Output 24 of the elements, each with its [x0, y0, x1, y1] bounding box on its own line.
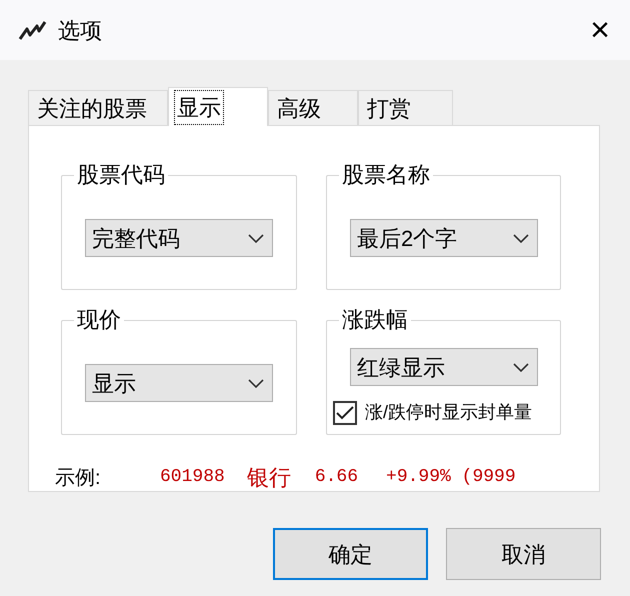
chevron-down-icon [513, 234, 529, 242]
example-label: 示例: [55, 466, 102, 490]
tab[interactable]: 高级 [268, 90, 358, 125]
dropdown[interactable]: 完整代码 [85, 219, 273, 257]
checkbox-label: 涨/跌停时显示封单量 [365, 401, 532, 424]
chart-line-icon [18, 19, 48, 41]
checkbox[interactable] [333, 400, 357, 424]
dialog-button[interactable]: 取消 [446, 528, 601, 580]
dropdown[interactable]: 最后2个字 [350, 219, 538, 257]
dropdown[interactable]: 红绿显示 [350, 348, 538, 386]
stock-name: 银行 [246, 464, 291, 492]
window-title: 选项 [58, 16, 102, 44]
price-value: 6.66 [314, 466, 358, 489]
tab[interactable]: 打赏 [358, 90, 453, 125]
dropdown[interactable]: 显示 [85, 364, 273, 402]
tab[interactable]: 显示 [168, 87, 268, 126]
tab[interactable]: 关注的股票 [28, 90, 168, 125]
chevron-down-icon [248, 378, 264, 388]
stock-code: 601988 [160, 466, 225, 489]
dialog-button[interactable]: 确定 [273, 528, 428, 580]
change-value: +9.99% (9999 [386, 466, 516, 489]
chevron-down-icon [248, 234, 264, 242]
close-button[interactable]: × [586, 13, 614, 47]
chevron-down-icon [513, 362, 529, 372]
